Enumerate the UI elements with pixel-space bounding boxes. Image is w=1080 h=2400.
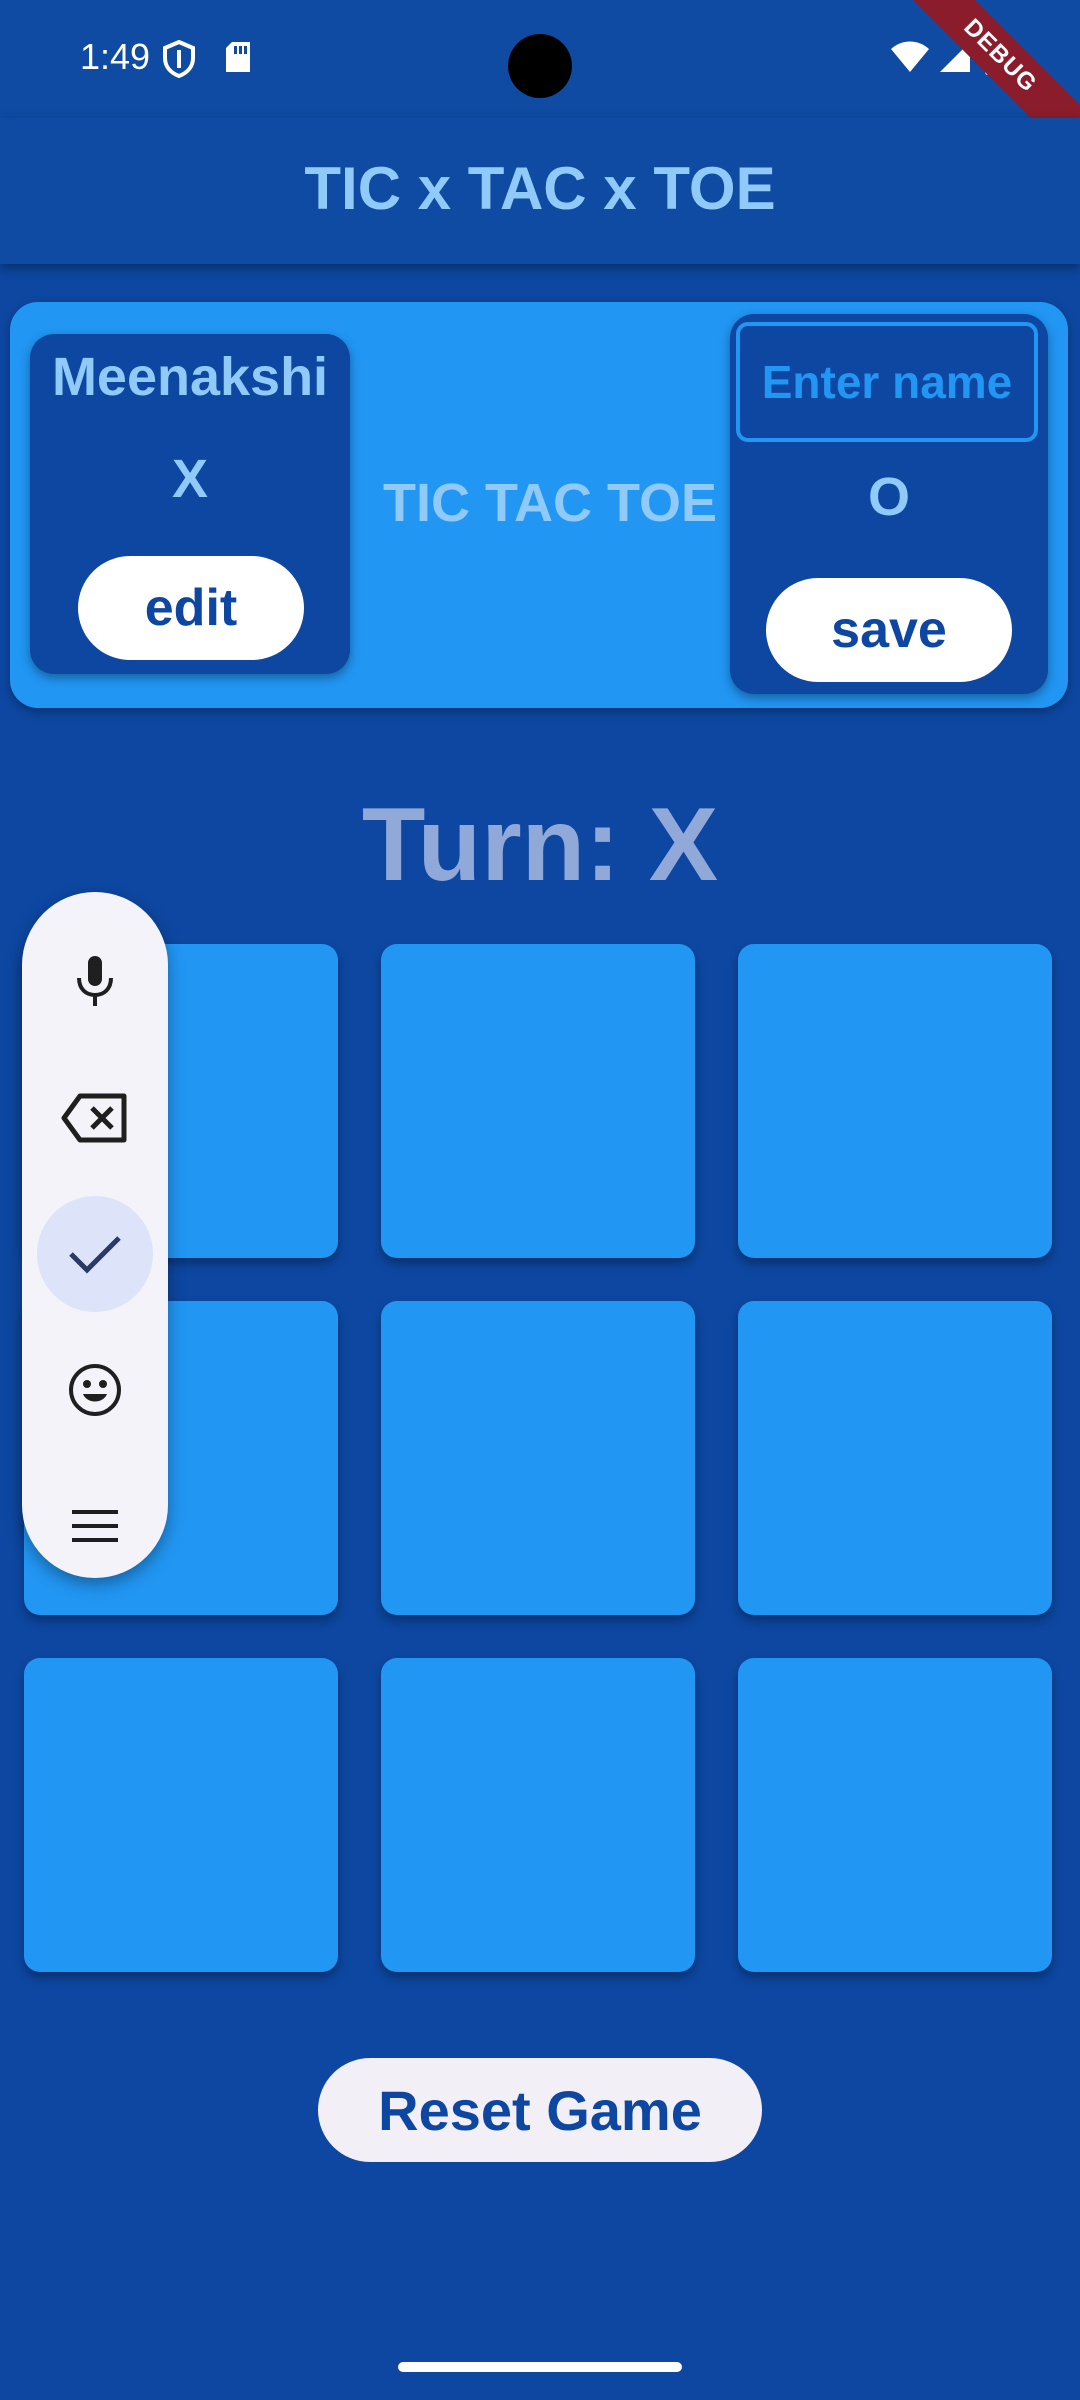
microphone-icon[interactable] xyxy=(37,924,153,1040)
player-one-symbol: X xyxy=(171,449,209,509)
save-button[interactable]: save xyxy=(766,578,1012,682)
sd-card-icon xyxy=(224,40,252,79)
reset-game-button[interactable]: Reset Game xyxy=(318,2058,762,2162)
emoji-icon[interactable] xyxy=(37,1332,153,1448)
center-title: TIC TAC TOE xyxy=(383,473,717,533)
app-screen: 1:49 DEBUG TIC x TAC x TOE Meenakshi X e… xyxy=(0,0,1080,2400)
menu-icon[interactable] xyxy=(37,1468,153,1584)
shield-icon xyxy=(162,39,196,83)
player-one-name: Meenakshi xyxy=(51,347,329,407)
player-two-symbol: O xyxy=(867,467,910,527)
player-one-card: Meenakshi X edit xyxy=(30,334,350,674)
board-cell[interactable] xyxy=(381,944,695,1258)
players-panel: Meenakshi X edit TIC TAC TOE O save xyxy=(10,302,1068,708)
backspace-icon[interactable] xyxy=(37,1060,153,1176)
home-indicator[interactable] xyxy=(398,2362,682,2372)
app-title: TIC x TAC x TOE xyxy=(304,155,776,222)
board-cell[interactable] xyxy=(738,1301,1052,1615)
board-cell[interactable] xyxy=(738,1658,1052,1972)
status-time: 1:49 xyxy=(80,36,151,77)
player-two-card: O save xyxy=(730,314,1048,694)
wifi-icon xyxy=(890,40,930,79)
app-bar: TIC x TAC x TOE xyxy=(0,118,1080,264)
checkmark-icon[interactable] xyxy=(37,1196,153,1312)
board-cell[interactable] xyxy=(381,1658,695,1972)
board-cell[interactable] xyxy=(24,1658,338,1972)
keyboard-floating-toolbar xyxy=(22,892,168,1578)
player-two-name-input[interactable] xyxy=(736,322,1038,442)
turn-indicator: Turn: X xyxy=(361,787,719,903)
board-cell[interactable] xyxy=(738,944,1052,1258)
board-cell[interactable] xyxy=(381,1301,695,1615)
game-board xyxy=(24,944,1054,1974)
camera-cutout xyxy=(508,34,572,98)
edit-button[interactable]: edit xyxy=(78,556,304,660)
status-bar: 1:49 DEBUG xyxy=(0,0,1080,178)
